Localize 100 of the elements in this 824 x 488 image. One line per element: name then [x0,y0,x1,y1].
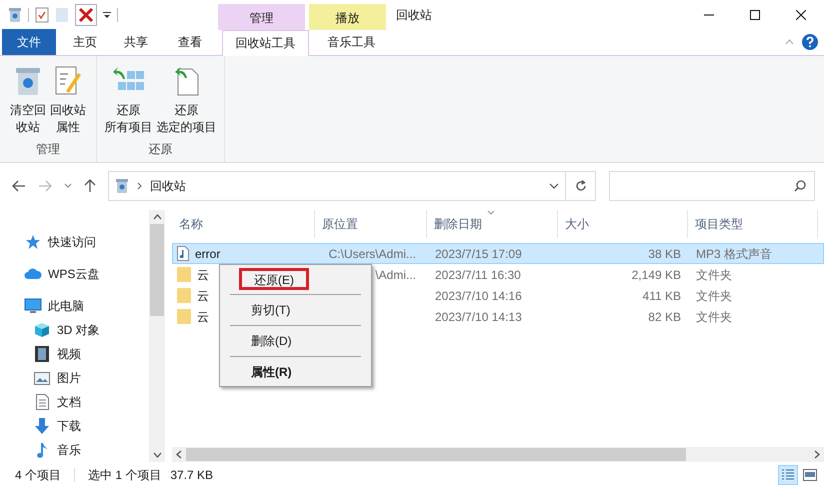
deleted-date: 2023/7/10 14:13 [435,308,522,326]
delete-icon[interactable] [75,4,97,26]
ribbon-tab[interactable]: 查看 [162,28,218,55]
ribbon-group-label: 管理 [36,140,60,158]
menu-item[interactable]: 属性(R) [239,361,304,383]
menu-item[interactable]: 剪切(T) [239,299,302,321]
sidebar-item[interactable]: WPS云盘 [48,265,100,284]
item-count: 4 个项目 [15,467,62,484]
cloud-icon [24,268,42,280]
music-file-icon [177,246,189,262]
item-type: 文件夹 [696,288,732,305]
help-icon[interactable] [802,34,818,50]
column-header[interactable]: 原位置 [322,215,358,234]
chevron-icon[interactable] [137,182,142,190]
deleted-date: 2023/7/11 16:30 [435,266,521,284]
film-icon [35,346,49,362]
document-icon [36,394,48,410]
item-type: 文件夹 [696,308,732,326]
star-icon [25,234,41,250]
recycle-bin-icon[interactable] [8,6,22,23]
file-size: 38 KB [648,246,681,263]
restore-selected-button[interactable]: 还原 选定的项目 [156,64,218,140]
maximize-icon [750,10,760,20]
file-size: 82 KB [648,308,681,326]
ribbon-tab[interactable]: 回收站工具 [222,30,309,56]
sidebar-item[interactable]: 音乐 [57,441,81,460]
horizontal-scrollbar[interactable] [172,447,824,462]
folder-icon [177,288,191,304]
list-icon [781,469,795,482]
recycle-bin-properties-button[interactable]: 回收站 属性 [49,64,87,140]
item-type: 文件夹 [696,266,732,284]
scrollbar-thumb[interactable] [186,448,686,462]
refresh-icon [574,180,586,192]
scroll-up-icon[interactable] [152,214,162,220]
sidebar-item[interactable]: 3D 对象 [57,321,100,340]
item-type: MP3 格式声音 [696,246,772,263]
dropdown-icon[interactable] [103,10,111,19]
dropdown-icon[interactable] [549,182,559,189]
file-name: 云 [197,308,209,326]
sort-caret-icon [487,210,495,216]
deleted-date: 2023/7/15 17:09 [435,246,522,263]
deleted-date: 2023/7/10 14:16 [435,288,522,305]
sidebar-item[interactable]: 图片 [57,369,81,388]
properties-icon [54,64,82,97]
close-icon [796,10,806,20]
scrollbar-thumb[interactable] [150,224,164,316]
restore-document-icon [174,64,200,97]
ribbon-group-label: 还原 [148,140,172,158]
column-header[interactable]: 大小 [565,215,589,234]
restore-all-button[interactable]: 还原 所有项目 [104,64,154,140]
menu-item[interactable]: 还原(E) [239,268,309,290]
column-header[interactable]: 删除日期 [434,215,482,234]
sidebar-item[interactable]: 快速访问 [48,233,96,252]
details-view-button[interactable] [778,465,798,486]
ribbon-tab[interactable]: 主页 [60,28,110,55]
recent-locations-icon[interactable] [64,182,72,189]
download-arrow-icon [35,418,49,434]
address-field[interactable]: 回收站 [108,170,566,201]
column-header[interactable]: 项目类型 [695,215,743,234]
menu-item[interactable]: 删除(D) [239,330,304,352]
ribbon-tab[interactable]: 音乐工具 [313,28,390,55]
sidebar-item[interactable]: 视频 [57,345,81,364]
empty-recycle-bin-button[interactable]: 清空回 收站 [9,64,47,140]
refresh-button[interactable] [566,170,596,201]
scroll-right-icon[interactable] [814,450,820,460]
original-location: \Admi... [375,266,416,284]
folder-icon [177,309,191,324]
selection-count: 选中 1 个项目 [88,467,162,484]
vertical-scrollbar[interactable] [149,210,165,462]
recycle-bin-icon [115,178,129,194]
file-name: 云 [197,266,209,284]
file-size: 411 KB [642,288,681,305]
file-name: 云 [197,288,209,305]
sidebar-item[interactable]: 下载 [57,417,81,436]
file-name: error [195,246,220,263]
back-arrow-icon[interactable] [12,180,26,192]
context-tab-header: 播放 [309,4,386,30]
search-field[interactable] [609,170,815,201]
window-title: 回收站 [396,6,432,24]
properties-icon[interactable] [35,6,49,23]
original-location: C:\Users\Admi... [328,246,416,263]
cube-icon [34,322,50,338]
folder-icon [177,267,191,282]
context-tab-header: 管理 [218,4,305,30]
scroll-left-icon[interactable] [176,450,182,460]
music-note-icon [36,442,48,458]
preview-pane-icon [803,469,817,482]
ribbon-tab[interactable]: 共享 [110,28,162,55]
computer-icon [24,298,42,314]
scroll-down-icon[interactable] [152,452,162,458]
file-size: 2,149 KB [632,266,681,284]
address-path[interactable]: 回收站 [150,176,541,195]
sidebar-item[interactable]: 此电脑 [48,297,84,316]
selection-size: 37.7 KB [170,467,214,484]
file-tab[interactable]: 文件 [2,28,56,55]
picture-frame-icon [34,372,50,385]
up-arrow-icon[interactable] [84,178,96,193]
column-header[interactable]: 名称 [179,215,203,234]
search-icon [794,180,806,192]
sidebar-item[interactable]: 文档 [57,393,81,412]
